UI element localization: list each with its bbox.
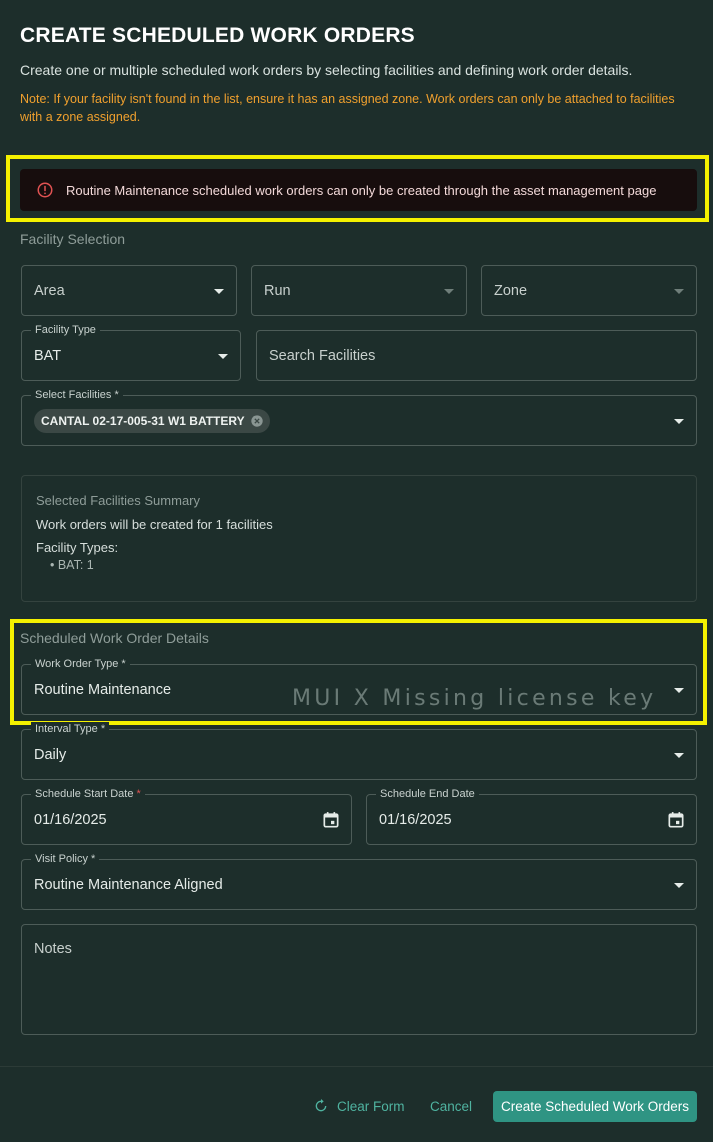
facility-type-label: Facility Type: [31, 323, 100, 337]
selected-facilities-summary: Selected Facilities Summary Work orders …: [21, 475, 697, 602]
create-label: Create Scheduled Work Orders: [500, 1099, 690, 1114]
end-date-value: 01/16/2025: [379, 811, 452, 828]
schedule-end-date-field[interactable]: Schedule End Date 01/16/2025: [366, 787, 697, 845]
chevron-down-icon: [674, 418, 684, 424]
work-order-details-heading: Scheduled Work Order Details: [20, 630, 209, 646]
work-order-type-value: Routine Maintenance: [34, 681, 172, 698]
run-placeholder: Run: [264, 282, 291, 299]
schedule-start-date-field[interactable]: Schedule Start Date * 01/16/2025: [21, 787, 352, 845]
create-scheduled-work-orders-button[interactable]: Create Scheduled Work Orders: [493, 1091, 697, 1122]
facility-selection-heading: Facility Selection: [20, 231, 126, 247]
zone-select[interactable]: Zone: [481, 265, 697, 316]
start-date-label: Schedule Start Date *: [31, 787, 145, 801]
visit-policy-value: Routine Maintenance Aligned: [34, 876, 223, 893]
footer-divider: [0, 1066, 713, 1067]
page-subtitle: Create one or multiple scheduled work or…: [20, 62, 633, 78]
calendar-icon[interactable]: [321, 810, 341, 830]
interval-type-label: Interval Type *: [31, 722, 110, 736]
summary-type-item: • BAT: 1: [50, 558, 94, 572]
clear-form-label: Clear Form: [337, 1098, 405, 1114]
alert-message: Routine Maintenance scheduled work order…: [66, 182, 657, 198]
chevron-down-icon: [674, 288, 684, 294]
calendar-icon[interactable]: [666, 810, 686, 830]
select-facilities-label: Select Facilities *: [31, 388, 123, 402]
run-select[interactable]: Run: [251, 265, 467, 316]
chip-remove-icon[interactable]: [250, 414, 264, 428]
chevron-down-icon: [674, 687, 684, 693]
notes-placeholder: Notes: [34, 941, 72, 957]
routine-maintenance-alert: Routine Maintenance scheduled work order…: [20, 169, 697, 211]
chevron-down-icon: [674, 882, 684, 888]
interval-type-select[interactable]: Interval Type * Daily: [21, 722, 697, 780]
facility-zone-note: Note: If your facility isn't found in th…: [20, 92, 675, 124]
cancel-button[interactable]: Cancel: [430, 1097, 472, 1115]
chevron-down-icon: [674, 752, 684, 758]
select-facilities-field[interactable]: Select Facilities * CANTAL 02-17-005-31 …: [21, 388, 697, 446]
facility-type-select[interactable]: Facility Type BAT: [21, 323, 241, 381]
facility-type-value: BAT: [34, 347, 62, 364]
page-title: CREATE SCHEDULED WORK ORDERS: [20, 24, 415, 47]
search-facilities-input[interactable]: Search Facilities: [256, 330, 697, 381]
refresh-icon: [315, 1099, 327, 1112]
license-watermark: MUI X Missing license key: [292, 686, 657, 711]
chevron-down-icon: [444, 288, 454, 294]
visit-policy-select[interactable]: Visit Policy * Routine Maintenance Align…: [21, 852, 697, 910]
clear-form-button[interactable]: Clear Form: [313, 1097, 405, 1115]
summary-title: Selected Facilities Summary: [36, 493, 200, 508]
start-date-value: 01/16/2025: [34, 811, 107, 828]
error-outline-icon: [37, 182, 53, 198]
facility-chip[interactable]: CANTAL 02-17-005-31 W1 BATTERY: [34, 408, 270, 433]
search-placeholder: Search Facilities: [269, 347, 376, 364]
chevron-down-icon: [214, 288, 224, 294]
interval-type-value: Daily: [34, 746, 67, 763]
zone-placeholder: Zone: [494, 282, 528, 299]
area-placeholder: Area: [34, 282, 65, 299]
end-date-label: Schedule End Date: [376, 787, 479, 801]
summary-count-line: Work orders will be created for 1 facili…: [36, 517, 273, 532]
summary-types-label: Facility Types:: [36, 540, 119, 555]
visit-policy-label: Visit Policy *: [31, 852, 100, 866]
work-order-type-label: Work Order Type *: [31, 657, 130, 671]
area-select[interactable]: Area: [21, 265, 237, 316]
facility-chip-label: CANTAL 02-17-005-31 W1 BATTERY: [41, 413, 245, 428]
notes-textarea[interactable]: Notes: [21, 924, 697, 1035]
cancel-label: Cancel: [430, 1098, 473, 1114]
chevron-down-icon: [218, 353, 228, 359]
